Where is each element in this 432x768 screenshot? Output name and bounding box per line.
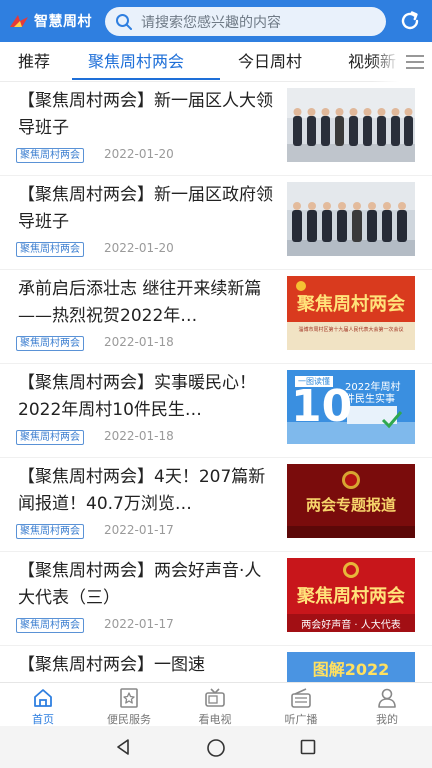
article-title: 承前启后添壮志 继往开来续新篇 ——热烈祝贺2022年…: [18, 279, 262, 326]
star-badge-icon: [120, 688, 138, 708]
category-tag: 聚焦周村两会: [16, 618, 84, 633]
category-tag: 聚焦周村两会: [16, 242, 84, 257]
category-tabs: 推荐 聚焦周村两会 今日周村 视频新: [0, 42, 432, 82]
nav-services[interactable]: 便民服务: [86, 683, 172, 727]
article-thumbnail: [287, 182, 415, 256]
nav-home[interactable]: 首页: [0, 683, 86, 727]
list-item[interactable]: 【聚焦周村两会】新一届区人大领导班子 聚焦周村两会 2022-01-20: [0, 82, 432, 176]
banner-title: 聚焦周村两会: [297, 586, 405, 607]
tab-recommend[interactable]: 推荐: [18, 42, 50, 82]
list-item[interactable]: 承前启后添壮志 继往开来续新篇 ——热烈祝贺2022年… 聚焦周村两会 2022…: [0, 270, 432, 364]
category-tag: 聚焦周村两会: [16, 336, 84, 351]
banner-caption: 2022年周村 件民生实事: [345, 382, 401, 405]
banner-title: 聚焦周村两会: [297, 294, 405, 315]
radio-icon: [291, 688, 311, 708]
article-title: 【聚焦周村两会】一图速: [18, 655, 205, 675]
group-photo-image: [287, 182, 415, 256]
article-title: 【聚焦周村两会】新一届区政府领导班子: [18, 185, 273, 232]
tab-zhoucun-two-sessions[interactable]: 聚焦周村两会: [88, 42, 184, 82]
category-tag: 聚焦周村两会: [16, 524, 84, 539]
nav-label: 听广播: [284, 713, 318, 726]
article-thumbnail: [287, 88, 415, 162]
home-icon: [34, 689, 52, 707]
search-input[interactable]: 请搜索您感兴趣的内容: [141, 12, 281, 32]
article-title: 【聚焦周村两会】实事暖民心！2022年周村10件民生…: [18, 373, 256, 420]
user-icon: [378, 688, 396, 708]
article-date: 2022-01-18: [104, 429, 174, 443]
nav-label: 我的: [376, 713, 398, 726]
tv-icon: [205, 688, 225, 707]
nav-tv[interactable]: 看电视: [172, 683, 258, 727]
list-item[interactable]: 【聚焦周村两会】4天！207篇新闻报道！40.7万浏览… 聚焦周村两会 2022…: [0, 458, 432, 552]
logo-icon: [10, 15, 28, 27]
nav-label: 首页: [32, 713, 54, 726]
article-thumbnail: 聚焦周村两会 淄博市周村区第十九届人民代表大会第一次会议: [287, 276, 415, 350]
bottom-navigation: 首页 便民服务 看电视 听广播 我的: [0, 682, 432, 726]
search-icon: [116, 13, 132, 30]
article-thumbnail: 聚焦周村两会 两会好声音 · 人大代表: [287, 558, 415, 632]
menu-icon[interactable]: [404, 52, 426, 72]
back-icon[interactable]: [114, 738, 132, 756]
recents-icon[interactable]: [300, 739, 316, 755]
group-photo-image: [287, 88, 415, 162]
home-circle-icon[interactable]: [206, 738, 226, 758]
article-date: 2022-01-18: [104, 335, 174, 349]
app-screen: 智慧周村 请搜索您感兴趣的内容 推荐 聚焦周村两会 今日周村 视频新: [0, 0, 432, 768]
category-tag: 聚焦周村两会: [16, 148, 84, 163]
banner-caption: 淄博市周村区第十九届人民代表大会第一次会议: [298, 327, 404, 333]
article-title: 【聚焦周村两会】4天！207篇新闻报道！40.7万浏览…: [18, 467, 266, 514]
banner-caption: 两会好声音 · 人大代表: [301, 620, 401, 631]
app-name: 智慧周村: [34, 14, 92, 30]
list-item[interactable]: 【聚焦周村两会】新一届区政府领导班子 聚焦周村两会 2022-01-20: [0, 176, 432, 270]
search-bar[interactable]: 请搜索您感兴趣的内容: [105, 7, 386, 36]
article-thumbnail: 两会专题报道: [287, 464, 415, 538]
category-tag: 聚焦周村两会: [16, 430, 84, 445]
article-date: 2022-01-20: [104, 147, 174, 161]
active-tab-indicator: [72, 78, 220, 80]
article-title: 【聚焦周村两会】两会好声音·人大代表（三）: [18, 561, 262, 608]
article-thumbnail: 一图读懂 10 2022年周村 件民生实事: [287, 370, 415, 444]
list-item[interactable]: 【聚焦周村两会】一图速 图解2022: [0, 646, 432, 682]
article-date: 2022-01-20: [104, 241, 174, 255]
banner-title: 两会专题报道: [305, 496, 396, 514]
top-bar: 智慧周村 请搜索您感兴趣的内容: [0, 0, 432, 42]
banner-title: 10: [291, 381, 353, 432]
nav-profile[interactable]: 我的: [344, 683, 430, 727]
nav-label: 看电视: [198, 713, 232, 726]
tab-today-zhoucun[interactable]: 今日周村: [238, 42, 302, 82]
article-date: 2022-01-17: [104, 617, 174, 631]
list-item[interactable]: 【聚焦周村两会】两会好声音·人大代表（三） 聚焦周村两会 2022-01-17 …: [0, 552, 432, 646]
article-thumbnail: 图解2022: [287, 652, 415, 682]
list-item[interactable]: 【聚焦周村两会】实事暖民心！2022年周村10件民生… 聚焦周村两会 2022-…: [0, 364, 432, 458]
article-date: 2022-01-17: [104, 523, 174, 537]
app-logo: 智慧周村: [8, 11, 96, 31]
article-title: 【聚焦周村两会】新一届区人大领导班子: [18, 91, 273, 138]
article-list: 【聚焦周村两会】新一届区人大领导班子 聚焦周村两会 2022-01-20 【聚焦…: [0, 82, 432, 682]
nav-label: 便民服务: [107, 713, 151, 726]
refresh-icon[interactable]: [398, 9, 422, 33]
banner-title: 图解2022: [312, 660, 390, 679]
nav-radio[interactable]: 听广播: [258, 683, 344, 727]
system-navigation-bar: [0, 726, 432, 768]
